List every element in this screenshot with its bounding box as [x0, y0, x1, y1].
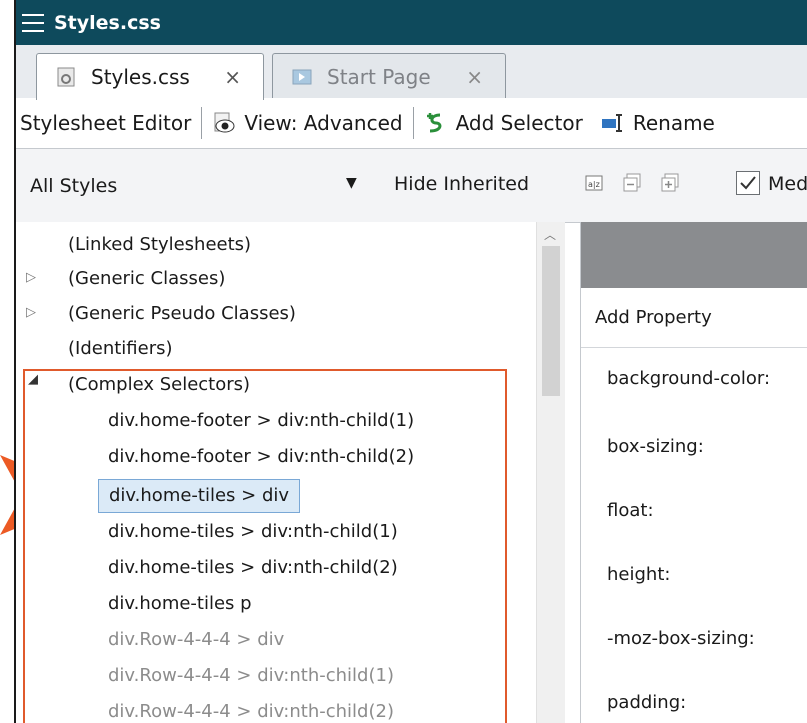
title-bar: Styles.css — [16, 0, 807, 45]
hamburger-menu-icon[interactable] — [22, 13, 44, 32]
filter-toolbar: All Styles ▼ Hide Inherited a|z Med — [16, 149, 807, 223]
tab-start-page[interactable]: Start Page × — [272, 53, 506, 99]
property-name[interactable]: -moz-box-sizing: — [607, 628, 755, 649]
tab-strip: Styles.css × Start Page × — [16, 45, 807, 100]
checkmark-icon — [740, 176, 756, 190]
start-page-icon — [292, 69, 312, 84]
hide-inherited-button[interactable]: Hide Inherited — [394, 173, 529, 195]
collapse-all-icon[interactable] — [622, 173, 642, 193]
toolbar-separator — [412, 107, 414, 139]
tree-item-linked-stylesheets[interactable]: (Linked Stylesheets) — [68, 228, 251, 262]
properties-header — [581, 222, 807, 288]
expand-all-icon[interactable] — [660, 173, 680, 193]
view-eye-icon — [214, 112, 235, 133]
editor-toolbar: Stylesheet Editor View: Advanced Add Sel… — [16, 98, 807, 149]
property-name[interactable]: float: — [607, 500, 654, 521]
svg-text:a|z: a|z — [588, 180, 600, 189]
tree-item-generic-pseudo-classes[interactable]: (Generic Pseudo Classes) — [68, 297, 296, 331]
media-checkbox[interactable] — [736, 171, 760, 195]
rename-icon — [601, 114, 622, 132]
application-window: Styles.css Styles.css × Start Page × Sty… — [14, 0, 807, 723]
tab-styles-css[interactable]: Styles.css × — [36, 53, 264, 100]
properties-pane: Add Property background-color: box-sizin… — [580, 222, 807, 723]
add-selector-icon — [426, 113, 441, 133]
rename-button[interactable]: Rename — [601, 98, 715, 148]
property-name[interactable]: box-sizing: — [607, 436, 704, 457]
stylesheet-editor-label: Stylesheet Editor — [20, 111, 192, 135]
style-filter-dropdown[interactable]: All Styles ▼ — [16, 149, 376, 222]
tree-item-generic-classes[interactable]: (Generic Classes) — [68, 262, 225, 296]
rename-label: Rename — [632, 111, 715, 135]
dropdown-arrow-icon: ▼ — [346, 175, 357, 191]
toolbar-separator — [201, 107, 203, 139]
add-selector-label: Add Selector — [455, 111, 583, 135]
tab-close-icon[interactable]: × — [224, 65, 241, 89]
tab-label: Styles.css — [91, 65, 190, 89]
scroll-up-icon[interactable]: ︿ — [544, 226, 556, 243]
property-name[interactable]: height: — [607, 564, 670, 585]
view-advanced-button[interactable]: View: Advanced — [212, 98, 403, 148]
add-property-button[interactable]: Add Property — [581, 288, 807, 348]
property-name[interactable]: padding: — [607, 692, 686, 713]
window-title: Styles.css — [54, 11, 161, 34]
tab-close-icon[interactable]: × — [466, 65, 483, 89]
expand-triangle-icon[interactable]: ▷ — [26, 270, 36, 285]
style-filter-value: All Styles — [30, 174, 118, 197]
property-name[interactable]: background-color: — [607, 368, 770, 389]
expand-triangle-icon[interactable]: ▷ — [26, 305, 36, 320]
tree-item-identifiers[interactable]: (Identifiers) — [68, 332, 173, 366]
tab-label: Start Page — [327, 64, 431, 89]
tree-scrollbar[interactable]: ︿ — [536, 222, 565, 723]
highlight-box — [23, 369, 507, 723]
stylesheet-file-icon — [57, 67, 75, 87]
media-checkbox-label: Med — [768, 173, 807, 195]
scrollbar-thumb[interactable] — [542, 246, 560, 396]
add-selector-button[interactable]: Add Selector — [424, 98, 583, 148]
sort-az-icon[interactable]: a|z — [584, 173, 604, 193]
view-advanced-label: View: Advanced — [244, 111, 403, 135]
